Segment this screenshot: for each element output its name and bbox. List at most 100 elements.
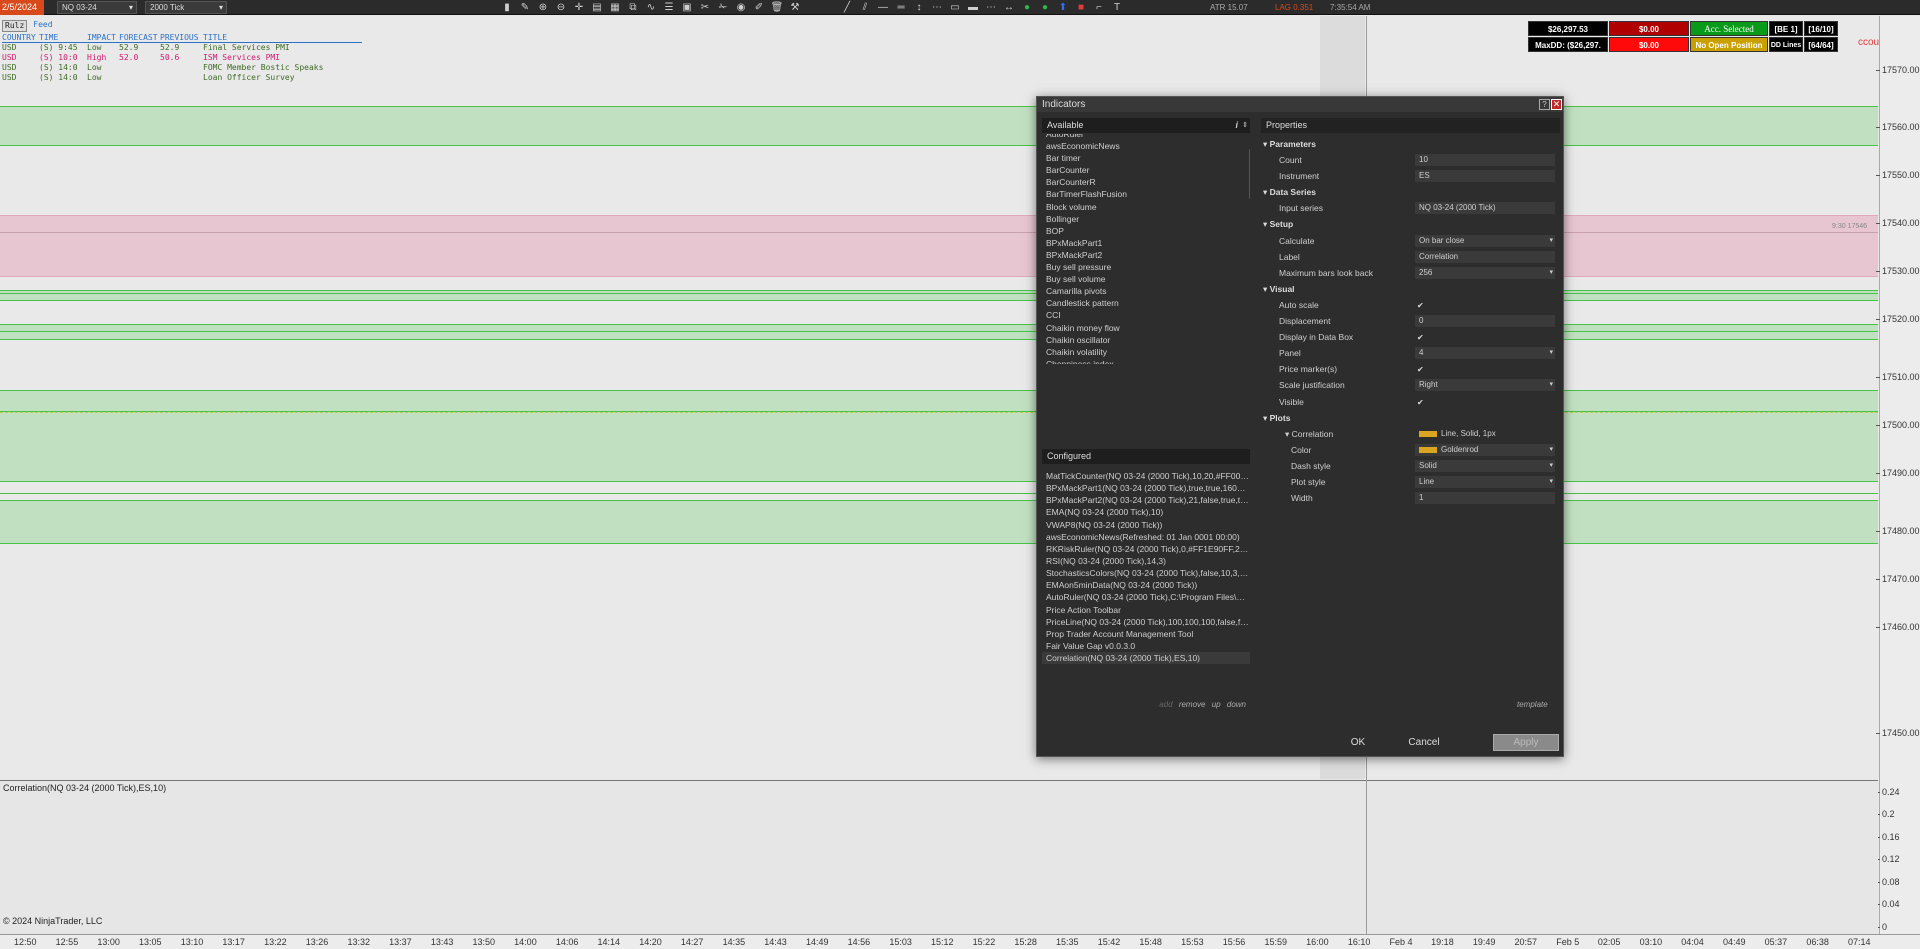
plot-correlation[interactable]: ▾ Correlation Line, Solid, 1px: [1261, 426, 1560, 442]
category-setup[interactable]: Setup: [1261, 216, 1560, 232]
auto-scale-checkbox[interactable]: ✔: [1417, 298, 1424, 314]
displacement-field[interactable]: 0: [1415, 315, 1555, 328]
acc-selected-button[interactable]: Acc. Selected: [1690, 21, 1768, 36]
configured-item[interactable]: AutoRuler(NQ 03-24 (2000 Tick),C:\Progra…: [1042, 591, 1250, 603]
plot-style-select[interactable]: Line ▾: [1415, 475, 1555, 488]
configured-item[interactable]: Correlation(NQ 03-24 (2000 Tick),ES,10): [1042, 652, 1250, 665]
configured-list[interactable]: MatTickCounter(NQ 03-24 (2000 Tick),10,2…: [1042, 470, 1250, 665]
tab-feed[interactable]: Feed: [31, 20, 54, 32]
tab-rulz[interactable]: Rulz: [2, 20, 28, 32]
snapshot-icon[interactable]: ▣: [680, 1, 694, 14]
properties-icon[interactable]: ▤: [590, 1, 604, 14]
time-axis[interactable]: 12:50 12:55 13:00 13:05 13:10 13:17 13:22 13:26…: [0, 934, 1920, 949]
input-series-field[interactable]: NQ 03-24 (2000 Tick): [1415, 202, 1555, 215]
available-item[interactable]: BarCounterR: [1042, 176, 1250, 188]
configured-item[interactable]: MatTickCounter(NQ 03-24 (2000 Tick),10,2…: [1042, 470, 1250, 482]
trash-icon[interactable]: 🗑: [770, 1, 784, 14]
pencil-icon[interactable]: ✎: [518, 1, 532, 14]
instrument-field[interactable]: ES: [1415, 170, 1555, 183]
red-square-icon[interactable]: ■: [1074, 1, 1088, 14]
help-icon[interactable]: ?: [1539, 99, 1550, 110]
dd-lines-button[interactable]: DD Lines: [1769, 37, 1803, 52]
wrench-icon[interactable]: ⚒: [788, 1, 802, 14]
text-tool-icon[interactable]: T: [1110, 1, 1124, 14]
tools-icon[interactable]: ✂: [698, 1, 712, 14]
available-item[interactable]: Bar timer: [1042, 152, 1250, 164]
be-button[interactable]: [BE 1]: [1769, 21, 1803, 36]
ray-tool-icon[interactable]: ⫽: [858, 1, 872, 14]
configured-item[interactable]: awsEconomicNews(Refreshed: 01 Jan 0001 0…: [1042, 531, 1250, 543]
template-button[interactable]: template: [1517, 700, 1548, 709]
horizontal-line-icon[interactable]: —: [876, 1, 890, 14]
apply-button[interactable]: Apply: [1493, 734, 1559, 751]
cancel-button[interactable]: Cancel: [1395, 734, 1453, 751]
corner-icon[interactable]: ⌐: [1092, 1, 1106, 14]
configured-item[interactable]: BPxMackPart2(NQ 03-24 (2000 Tick),21,fal…: [1042, 494, 1250, 506]
dotted-line-icon[interactable]: ⋯: [930, 1, 944, 14]
color-select[interactable]: Goldenrod ▾: [1415, 443, 1555, 456]
configured-item[interactable]: EMAon5minData(NQ 03-24 (2000 Tick)): [1042, 579, 1250, 591]
available-list[interactable]: AutoRuler awsEconomicNews Bar timer BarCoun…: [1042, 134, 1250, 364]
line-tool-icon[interactable]: ╱: [840, 1, 854, 14]
count-field[interactable]: 10: [1415, 154, 1555, 167]
calculate-select[interactable]: On bar close ▾: [1415, 234, 1555, 247]
available-item[interactable]: BarCounter: [1042, 164, 1250, 176]
green-dot-icon-2[interactable]: ●: [1038, 1, 1052, 14]
price-axis[interactable]: 17570.00 17560.00 17550.00 17540.00 1753…: [1875, 16, 1920, 934]
available-item[interactable]: Chaikin oscillator: [1042, 334, 1250, 346]
available-item[interactable]: Camarilla pivots: [1042, 285, 1250, 297]
instrument-selector[interactable]: NQ 03-24 ▾: [57, 1, 137, 14]
available-item[interactable]: BarTimerFlashFusion: [1042, 188, 1250, 200]
indicators-icon[interactable]: ∿: [644, 1, 658, 14]
available-item[interactable]: Bollinger: [1042, 213, 1250, 225]
visible-checkbox[interactable]: ✔: [1417, 395, 1424, 411]
price-marker-checkbox[interactable]: ✔: [1417, 362, 1424, 378]
available-item[interactable]: Chaikin money flow: [1042, 322, 1250, 334]
add-button[interactable]: add: [1159, 700, 1172, 709]
category-plots[interactable]: Plots: [1261, 410, 1560, 426]
display-databox-checkbox[interactable]: ✔: [1417, 330, 1424, 346]
down-button[interactable]: down: [1227, 700, 1246, 709]
available-item[interactable]: awsEconomicNews: [1042, 140, 1250, 152]
interval-selector[interactable]: 2000 Tick ▾: [145, 1, 227, 14]
configured-item[interactable]: Fair Value Gap v0.0.3.0: [1042, 640, 1250, 652]
available-item[interactable]: BPxMackPart1: [1042, 237, 1250, 249]
configured-item[interactable]: BPxMackPart1(NQ 03-24 (2000 Tick),true,t…: [1042, 482, 1250, 494]
pen-icon[interactable]: ✐: [752, 1, 766, 14]
indicator-panel[interactable]: [0, 780, 1878, 934]
eye-icon[interactable]: ◉: [734, 1, 748, 14]
channel-icon[interactable]: ═: [894, 1, 908, 14]
available-item[interactable]: Candlestick pattern: [1042, 297, 1250, 309]
data-box-icon[interactable]: ☰: [662, 1, 676, 14]
available-item[interactable]: Buy sell pressure: [1042, 261, 1250, 273]
available-item[interactable]: Buy sell volume: [1042, 273, 1250, 285]
configured-item[interactable]: RKRiskRuler(NQ 03-24 (2000 Tick),0,#FF1E…: [1042, 543, 1250, 555]
configured-item[interactable]: PriceLine(NQ 03-24 (2000 Tick),100,100,1…: [1042, 616, 1250, 628]
arrow-line-icon[interactable]: ↔: [1002, 1, 1016, 14]
configured-item[interactable]: StochasticsColors(NQ 03-24 (2000 Tick),f…: [1042, 567, 1250, 579]
up-arrow-icon[interactable]: ⬆: [1056, 1, 1070, 14]
available-item[interactable]: Chaikin volatility: [1042, 346, 1250, 358]
vertical-line-icon[interactable]: ↕: [912, 1, 926, 14]
scrollbar-thumb[interactable]: [1249, 149, 1250, 199]
configured-item[interactable]: RSI(NQ 03-24 (2000 Tick),14,3): [1042, 555, 1250, 567]
available-item[interactable]: CCI: [1042, 309, 1250, 321]
configured-item[interactable]: EMA(NQ 03-24 (2000 Tick),10): [1042, 506, 1250, 518]
strategies-icon[interactable]: ⧉: [626, 1, 640, 14]
remove-button[interactable]: remove: [1179, 700, 1206, 709]
rectangle-icon[interactable]: ▭: [948, 1, 962, 14]
available-item[interactable]: Block volume: [1042, 201, 1250, 213]
max-bars-select[interactable]: 256 ▾: [1415, 266, 1555, 279]
more-icon[interactable]: ⋯: [984, 1, 998, 14]
category-data-series[interactable]: Data Series: [1261, 184, 1560, 200]
bar-chart-icon[interactable]: ▮: [500, 1, 514, 14]
category-visual[interactable]: Visual: [1261, 281, 1560, 297]
configured-item[interactable]: Prop Trader Account Management Tool: [1042, 628, 1250, 640]
scissors-icon[interactable]: ✁: [716, 1, 730, 14]
width-field[interactable]: 1: [1415, 492, 1555, 505]
zoom-in-icon[interactable]: ⊕: [536, 1, 550, 14]
up-button[interactable]: up: [1212, 700, 1221, 709]
panel-select[interactable]: 4 ▾: [1415, 347, 1555, 360]
available-item[interactable]: Choppiness index: [1042, 358, 1250, 364]
available-item[interactable]: BPxMackPart2: [1042, 249, 1250, 261]
